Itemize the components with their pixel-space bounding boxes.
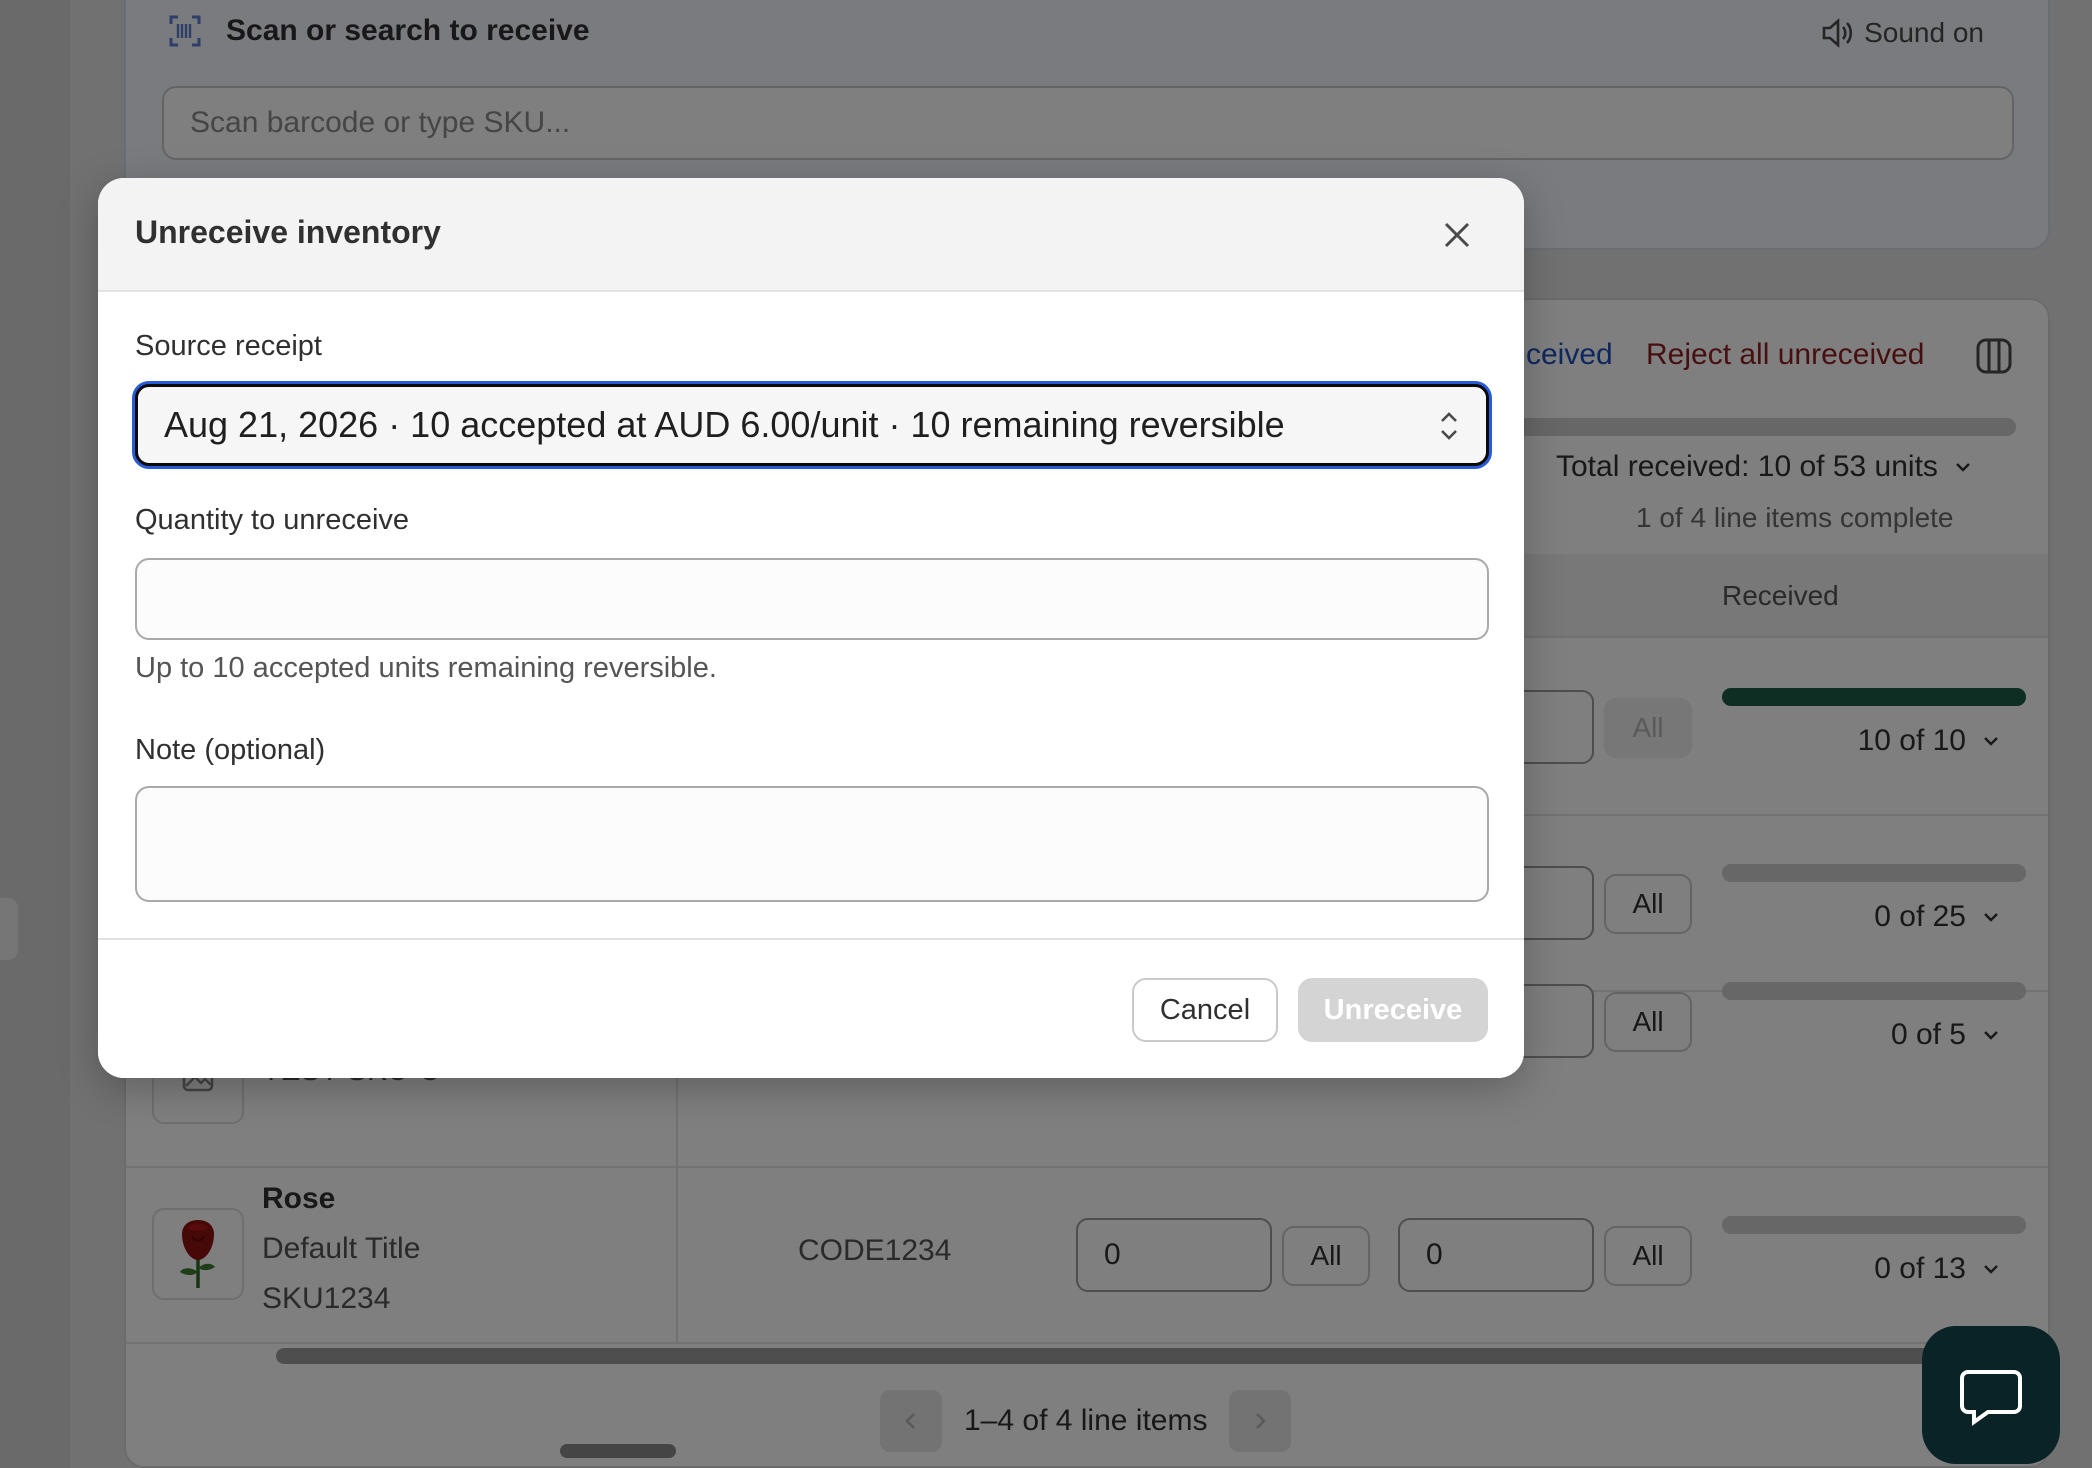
modal-footer: Cancel Unreceive <box>98 938 1524 1078</box>
quantity-help-text: Up to 10 accepted units remaining revers… <box>135 652 717 684</box>
quantity-input[interactable] <box>135 558 1489 640</box>
note-textarea[interactable] <box>135 786 1489 902</box>
chat-bubble-icon <box>1960 1370 2022 1426</box>
close-button[interactable] <box>1436 214 1478 256</box>
chat-launcher-button[interactable] <box>1922 1326 2060 1464</box>
quantity-label: Quantity to unreceive <box>135 504 410 536</box>
cancel-button[interactable]: Cancel <box>1132 978 1278 1042</box>
modal-title: Unreceive inventory <box>135 214 441 250</box>
note-label: Note (optional) <box>135 734 326 766</box>
unreceive-button[interactable]: Unreceive <box>1298 978 1488 1042</box>
unreceive-inventory-modal: Unreceive inventory Source receipt Aug 2… <box>98 178 1524 1078</box>
modal-header: Unreceive inventory <box>98 178 1524 292</box>
source-receipt-value: Aug 21, 2026 · 10 accepted at AUD 6.00/u… <box>164 404 1285 445</box>
close-icon <box>1444 222 1470 248</box>
source-receipt-label: Source receipt <box>135 330 322 362</box>
source-receipt-select[interactable]: Aug 21, 2026 · 10 accepted at AUD 6.00/u… <box>135 384 1489 466</box>
select-arrows-icon <box>1441 412 1457 440</box>
